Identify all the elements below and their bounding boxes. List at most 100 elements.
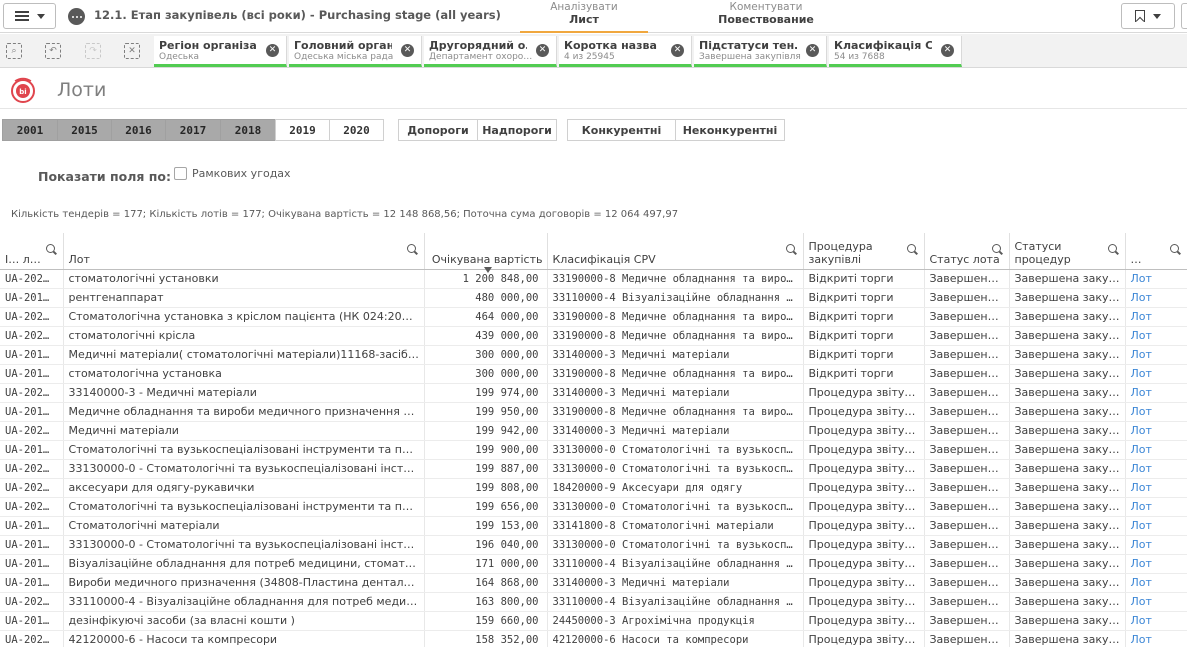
tab-analyze-top: Аналізувати xyxy=(550,1,618,13)
below-threshold-button[interactable]: Допороги xyxy=(398,119,478,141)
table-row[interactable]: UA-201… Візуалізаційне обладнання для пот… xyxy=(0,554,1187,574)
year-button-2018[interactable]: 2018 xyxy=(220,119,276,141)
column-header-procedure[interactable]: Процедура закупівлі xyxy=(803,233,925,270)
table-row[interactable]: UA-201… дезінфікуючі засоби (за власні ко… xyxy=(0,611,1187,631)
close-icon[interactable]: ✕ xyxy=(266,44,279,57)
bookmarks-button[interactable] xyxy=(1121,3,1175,29)
year-button-2020[interactable]: 2020 xyxy=(329,119,384,141)
search-icon[interactable] xyxy=(45,244,57,255)
lot-link[interactable]: Лот xyxy=(1125,269,1187,289)
search-icon[interactable] xyxy=(1169,244,1181,255)
sheet-title: Лоти xyxy=(57,79,107,101)
search-icon[interactable] xyxy=(406,244,418,255)
year-button-2015[interactable]: 2015 xyxy=(57,119,112,141)
table-cell: 199 900,00 xyxy=(424,440,548,460)
table-row[interactable]: UA-202… стоматологічні установки 1 200 848… xyxy=(0,269,1187,289)
table-cell: 33190000-8 Медичне обладнання та вироб… xyxy=(547,364,804,384)
close-icon[interactable]: ✕ xyxy=(401,44,414,57)
lot-link[interactable]: Лот xyxy=(1125,554,1187,574)
lot-link[interactable]: Лот xyxy=(1125,326,1187,346)
table-row[interactable]: UA-202… 33110000-4 - Візуалізаційне облад… xyxy=(0,592,1187,612)
selection-chip-classification[interactable]: Класифікація С… 54 из 7688 ✕ xyxy=(829,36,962,67)
lot-link[interactable]: Лот xyxy=(1125,440,1187,460)
table-row[interactable]: UA-202… Стоматологічні та вузькоспеціаліз… xyxy=(0,497,1187,517)
lot-link[interactable]: Лот xyxy=(1125,459,1187,479)
lot-link[interactable]: Лот xyxy=(1125,402,1187,422)
column-header-lot-status[interactable]: Статус лота xyxy=(924,233,1010,270)
lot-link[interactable]: Лот xyxy=(1125,478,1187,498)
selection-chip-short-name[interactable]: Коротка назва 4 из 25945 ✕ xyxy=(559,36,692,67)
lot-link[interactable]: Лот xyxy=(1125,535,1187,555)
competitive-button[interactable]: Конкурентні xyxy=(567,119,676,141)
column-header-cpv[interactable]: Класифікація CPV xyxy=(547,233,804,270)
lot-link[interactable]: Лот xyxy=(1125,364,1187,384)
table-row[interactable]: UA-202… 33130000-0 - Стоматологічні та ву… xyxy=(0,459,1187,479)
clear-selections-icon[interactable]: ✕ xyxy=(124,43,140,59)
table-row[interactable]: UA-201… 33130000-0 - Стоматологічні та ву… xyxy=(0,535,1187,555)
lot-link[interactable]: Лот xyxy=(1125,288,1187,308)
smart-search-icon[interactable]: ⌕ xyxy=(6,43,22,59)
framework-agreements-label[interactable]: Рамкових угодах xyxy=(192,167,291,180)
table-cell: Завершена закупі… xyxy=(1009,269,1126,289)
table-cell: Процедура звітува… xyxy=(803,383,925,403)
sheets-edge-button[interactable] xyxy=(1181,3,1187,29)
step-forward-icon[interactable]: ↷ xyxy=(85,43,101,59)
tab-analyze[interactable]: Аналізувати Лист xyxy=(520,0,648,33)
table-cell: 199 656,00 xyxy=(424,497,548,517)
table-row[interactable]: UA-202… Медичні матеріали 199 942,00 331400… xyxy=(0,421,1187,441)
above-threshold-button[interactable]: Надпороги xyxy=(477,119,557,141)
tab-storytelling-top: Коментувати xyxy=(729,1,803,13)
lot-link[interactable]: Лот xyxy=(1125,383,1187,403)
table-row[interactable]: UA-202… 33140000-3 - Медичні матеріали 199… xyxy=(0,383,1187,403)
column-header-link[interactable]: … xyxy=(1125,233,1187,270)
close-icon[interactable]: ✕ xyxy=(806,44,819,57)
year-button-2001[interactable]: 2001 xyxy=(2,119,58,141)
selection-chip-region[interactable]: Регіон організа… Одеська ✕ xyxy=(154,36,287,67)
selection-chip-main-body[interactable]: Головний орган Одеська міська рада ✕ xyxy=(289,36,422,67)
lot-link[interactable]: Лот xyxy=(1125,630,1187,647)
lot-link[interactable]: Лот xyxy=(1125,592,1187,612)
table-row[interactable]: UA-201… Медичне обладнання та вироби меди… xyxy=(0,402,1187,422)
lot-link[interactable]: Лот xyxy=(1125,345,1187,365)
table-row[interactable]: UA-201… Медичні матеріали( стоматологічні… xyxy=(0,345,1187,365)
table-row[interactable]: UA-201… Стоматологічні матеріали 199 153,0… xyxy=(0,516,1187,536)
lot-link[interactable]: Лот xyxy=(1125,516,1187,536)
table-row[interactable]: UA-202… Стоматологічна установка з крісло… xyxy=(0,307,1187,327)
column-header-expected-value[interactable]: Очікувана вартість xyxy=(424,233,548,273)
year-button-2016[interactable]: 2016 xyxy=(111,119,166,141)
close-icon[interactable]: ✕ xyxy=(536,44,549,57)
selection-chip-substatus[interactable]: Підстатуси тен… Завершена закупівля ✕ xyxy=(694,36,827,67)
search-icon[interactable] xyxy=(991,244,1003,255)
lot-link[interactable]: Лот xyxy=(1125,573,1187,593)
non-competitive-button[interactable]: Неконкурентні xyxy=(675,119,785,141)
search-icon[interactable] xyxy=(785,244,797,255)
tab-storytelling[interactable]: Коментувати Повествование xyxy=(700,0,832,33)
column-header-procedure-status[interactable]: Статуси процедур xyxy=(1009,233,1126,270)
table-cell: 164 868,00 xyxy=(424,573,548,593)
search-icon[interactable] xyxy=(906,244,918,255)
table-row[interactable]: UA-201… стоматологічна установка 300 000,0… xyxy=(0,364,1187,384)
table-row[interactable]: UA-201… Стоматологічні та вузькоспеціаліз… xyxy=(0,440,1187,460)
close-icon[interactable]: ✕ xyxy=(671,44,684,57)
column-header-id[interactable]: І… л… xyxy=(0,233,64,270)
search-icon[interactable] xyxy=(1107,244,1119,255)
table-cell: 199 942,00 xyxy=(424,421,548,441)
table-row[interactable]: UA-202… 42120000-6 - Насоси та компресори… xyxy=(0,630,1187,647)
table-row[interactable]: UA-201… Вироби медичного призначення (348… xyxy=(0,573,1187,593)
selection-chip-secondary-body[interactable]: Другорядний о… Департамент охоро… ✕ xyxy=(424,36,557,67)
lot-link[interactable]: Лот xyxy=(1125,421,1187,441)
lot-link[interactable]: Лот xyxy=(1125,611,1187,631)
year-button-2019[interactable]: 2019 xyxy=(275,119,330,141)
table-cell: Завершено … xyxy=(924,611,1010,631)
framework-agreements-checkbox[interactable] xyxy=(174,167,187,180)
close-icon[interactable]: ✕ xyxy=(941,44,954,57)
year-button-2017[interactable]: 2017 xyxy=(165,119,221,141)
lot-link[interactable]: Лот xyxy=(1125,307,1187,327)
step-back-icon[interactable]: ↶ xyxy=(45,43,61,59)
table-row[interactable]: UA-202… аксесуари для одягу-рукавички 199 … xyxy=(0,478,1187,498)
lot-link[interactable]: Лот xyxy=(1125,497,1187,517)
main-menu-button[interactable] xyxy=(3,3,56,29)
table-row[interactable]: UA-202… стоматологічні крісла 439 000,00 33… xyxy=(0,326,1187,346)
column-header-lot[interactable]: Лот xyxy=(63,233,425,270)
table-row[interactable]: UA-201… рентгенаппарат 480 000,00 33110000-… xyxy=(0,288,1187,308)
